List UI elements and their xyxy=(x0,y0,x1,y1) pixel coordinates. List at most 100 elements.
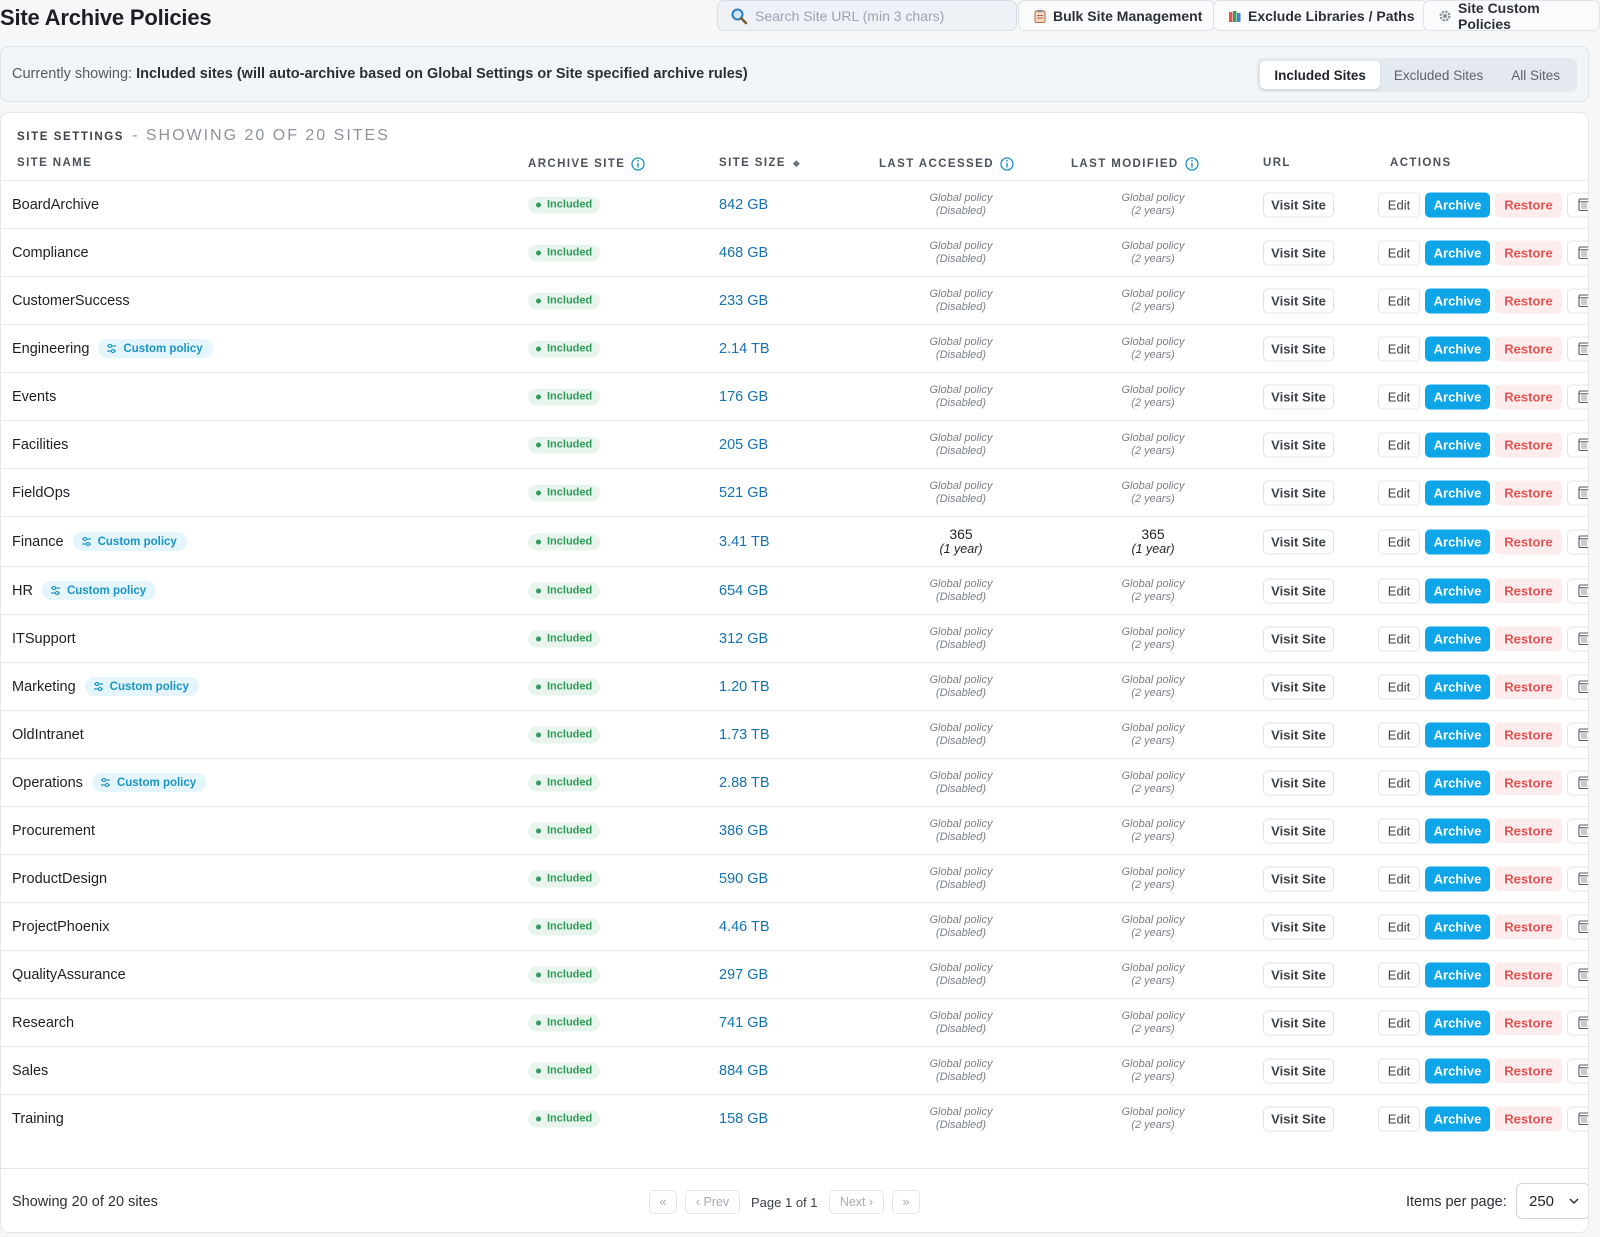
custom-policy-badge[interactable]: Custom policy xyxy=(84,677,199,696)
visit-site-button[interactable]: Visit Site xyxy=(1263,192,1334,217)
edit-button[interactable]: Edit xyxy=(1378,336,1420,361)
schedule-button[interactable] xyxy=(1567,192,1588,217)
visit-site-button[interactable]: Visit Site xyxy=(1263,240,1334,265)
archive-button[interactable]: Archive xyxy=(1425,578,1490,603)
site-size[interactable]: 590 GB xyxy=(719,855,768,902)
visit-site-button[interactable]: Visit Site xyxy=(1263,1058,1334,1083)
archive-button[interactable]: Archive xyxy=(1425,529,1490,554)
col-archive-site[interactable]: ARCHIVE SITE xyxy=(528,157,645,171)
schedule-button[interactable] xyxy=(1567,288,1588,313)
sort-icon[interactable]: ◆ xyxy=(793,158,801,169)
schedule-button[interactable] xyxy=(1567,770,1588,795)
archive-button[interactable]: Archive xyxy=(1425,866,1490,891)
archive-button[interactable]: Archive xyxy=(1425,1106,1490,1131)
site-size[interactable]: 468 GB xyxy=(719,229,768,276)
archive-button[interactable]: Archive xyxy=(1425,962,1490,987)
edit-button[interactable]: Edit xyxy=(1378,240,1420,265)
visit-site-button[interactable]: Visit Site xyxy=(1263,432,1334,457)
site-size[interactable]: 1.73 TB xyxy=(719,711,770,758)
schedule-button[interactable] xyxy=(1567,866,1588,891)
archive-button[interactable]: Archive xyxy=(1425,240,1490,265)
schedule-button[interactable] xyxy=(1567,722,1588,747)
tab-all-sites[interactable]: All Sites xyxy=(1497,61,1574,89)
last-modified-info-icon[interactable] xyxy=(1184,157,1199,171)
search-box[interactable] xyxy=(717,0,1017,31)
archive-button[interactable]: Archive xyxy=(1425,818,1490,843)
restore-button[interactable]: Restore xyxy=(1495,866,1562,891)
visit-site-button[interactable]: Visit Site xyxy=(1263,336,1334,361)
edit-button[interactable]: Edit xyxy=(1378,1058,1420,1083)
visit-site-button[interactable]: Visit Site xyxy=(1263,384,1334,409)
restore-button[interactable]: Restore xyxy=(1495,818,1562,843)
visit-site-button[interactable]: Visit Site xyxy=(1263,914,1334,939)
edit-button[interactable]: Edit xyxy=(1378,432,1420,457)
visit-site-button[interactable]: Visit Site xyxy=(1263,674,1334,699)
visit-site-button[interactable]: Visit Site xyxy=(1263,626,1334,651)
site-size[interactable]: 2.14 TB xyxy=(719,325,770,372)
schedule-button[interactable] xyxy=(1567,480,1588,505)
site-size[interactable]: 842 GB xyxy=(719,181,768,228)
schedule-button[interactable] xyxy=(1567,578,1588,603)
archive-button[interactable]: Archive xyxy=(1425,914,1490,939)
restore-button[interactable]: Restore xyxy=(1495,384,1562,409)
custom-policy-badge[interactable]: Custom policy xyxy=(98,339,213,358)
visit-site-button[interactable]: Visit Site xyxy=(1263,1010,1334,1035)
restore-button[interactable]: Restore xyxy=(1495,192,1562,217)
site-size[interactable]: 521 GB xyxy=(719,469,768,516)
edit-button[interactable]: Edit xyxy=(1378,480,1420,505)
schedule-button[interactable] xyxy=(1567,1058,1588,1083)
archive-button[interactable]: Archive xyxy=(1425,770,1490,795)
schedule-button[interactable] xyxy=(1567,336,1588,361)
archive-button[interactable]: Archive xyxy=(1425,336,1490,361)
restore-button[interactable]: Restore xyxy=(1495,1058,1562,1083)
prev-page-button[interactable]: ‹ Prev xyxy=(685,1190,740,1214)
visit-site-button[interactable]: Visit Site xyxy=(1263,480,1334,505)
site-size[interactable]: 297 GB xyxy=(719,951,768,998)
edit-button[interactable]: Edit xyxy=(1378,866,1420,891)
site-size[interactable]: 386 GB xyxy=(719,807,768,854)
col-site-size[interactable]: SITE SIZE ◆ xyxy=(719,157,801,169)
restore-button[interactable]: Restore xyxy=(1495,914,1562,939)
restore-button[interactable]: Restore xyxy=(1495,480,1562,505)
restore-button[interactable]: Restore xyxy=(1495,962,1562,987)
visit-site-button[interactable]: Visit Site xyxy=(1263,818,1334,843)
archive-button[interactable]: Archive xyxy=(1425,480,1490,505)
edit-button[interactable]: Edit xyxy=(1378,384,1420,409)
schedule-button[interactable] xyxy=(1567,1106,1588,1131)
edit-button[interactable]: Edit xyxy=(1378,770,1420,795)
edit-button[interactable]: Edit xyxy=(1378,578,1420,603)
archive-info-icon[interactable] xyxy=(631,157,645,171)
edit-button[interactable]: Edit xyxy=(1378,1106,1420,1131)
archive-button[interactable]: Archive xyxy=(1425,722,1490,747)
visit-site-button[interactable]: Visit Site xyxy=(1263,866,1334,891)
visit-site-button[interactable]: Visit Site xyxy=(1263,962,1334,987)
last-accessed-info-icon[interactable] xyxy=(1000,157,1014,171)
schedule-button[interactable] xyxy=(1567,818,1588,843)
schedule-button[interactable] xyxy=(1567,914,1588,939)
restore-button[interactable]: Restore xyxy=(1495,336,1562,361)
schedule-button[interactable] xyxy=(1567,962,1588,987)
archive-button[interactable]: Archive xyxy=(1425,1058,1490,1083)
edit-button[interactable]: Edit xyxy=(1378,288,1420,313)
schedule-button[interactable] xyxy=(1567,1010,1588,1035)
visit-site-button[interactable]: Visit Site xyxy=(1263,529,1334,554)
site-size[interactable]: 884 GB xyxy=(719,1047,768,1094)
archive-button[interactable]: Archive xyxy=(1425,626,1490,651)
edit-button[interactable]: Edit xyxy=(1378,626,1420,651)
edit-button[interactable]: Edit xyxy=(1378,914,1420,939)
next-page-button[interactable]: Next › xyxy=(829,1190,884,1214)
schedule-button[interactable] xyxy=(1567,626,1588,651)
edit-button[interactable]: Edit xyxy=(1378,962,1420,987)
edit-button[interactable]: Edit xyxy=(1378,529,1420,554)
edit-button[interactable]: Edit xyxy=(1378,1010,1420,1035)
site-size[interactable]: 205 GB xyxy=(719,421,768,468)
site-size[interactable]: 312 GB xyxy=(719,615,768,662)
archive-button[interactable]: Archive xyxy=(1425,674,1490,699)
visit-site-button[interactable]: Visit Site xyxy=(1263,578,1334,603)
visit-site-button[interactable]: Visit Site xyxy=(1263,1106,1334,1131)
schedule-button[interactable] xyxy=(1567,674,1588,699)
site-size[interactable]: 176 GB xyxy=(719,373,768,420)
schedule-button[interactable] xyxy=(1567,432,1588,457)
tab-excluded-sites[interactable]: Excluded Sites xyxy=(1380,61,1497,89)
site-size[interactable]: 158 GB xyxy=(719,1095,768,1142)
